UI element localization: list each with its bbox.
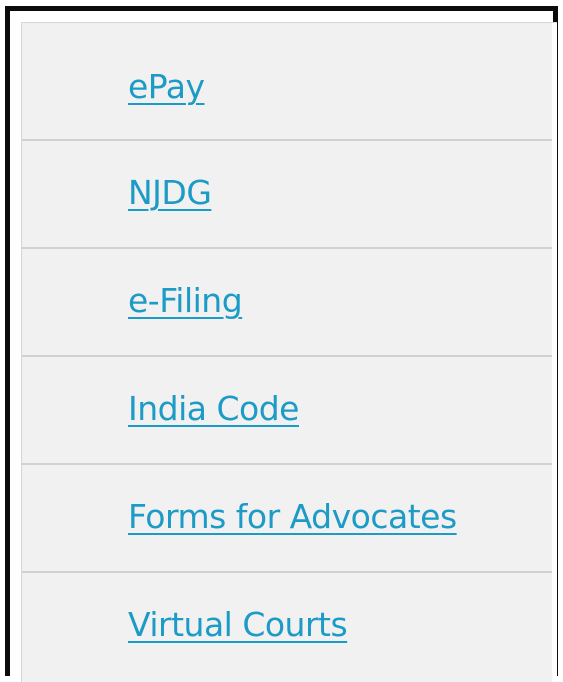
india-code-link[interactable]: India Code: [128, 389, 299, 428]
e-filing-link[interactable]: e-Filing: [128, 281, 243, 320]
menu-item-njdg: NJDG: [22, 141, 557, 249]
epay-link[interactable]: ePay: [128, 67, 205, 106]
links-panel: ePay NJDG e-Filing India Code Forms for …: [21, 22, 557, 682]
menu-item-e-filing: e-Filing: [22, 249, 557, 357]
menu-item-epay: ePay: [22, 23, 557, 141]
screenshot-frame: ePay NJDG e-Filing India Code Forms for …: [5, 6, 558, 682]
services-menu: ePay NJDG e-Filing India Code Forms for …: [22, 23, 557, 681]
panel-right-edge: [552, 23, 557, 682]
forms-for-advocates-link[interactable]: Forms for Advocates: [128, 497, 457, 536]
menu-item-india-code: India Code: [22, 357, 557, 465]
menu-item-forms-for-advocates: Forms for Advocates: [22, 465, 557, 573]
virtual-courts-link[interactable]: Virtual Courts: [128, 605, 348, 644]
njdg-link[interactable]: NJDG: [128, 173, 212, 212]
menu-item-virtual-courts: Virtual Courts: [22, 573, 557, 681]
